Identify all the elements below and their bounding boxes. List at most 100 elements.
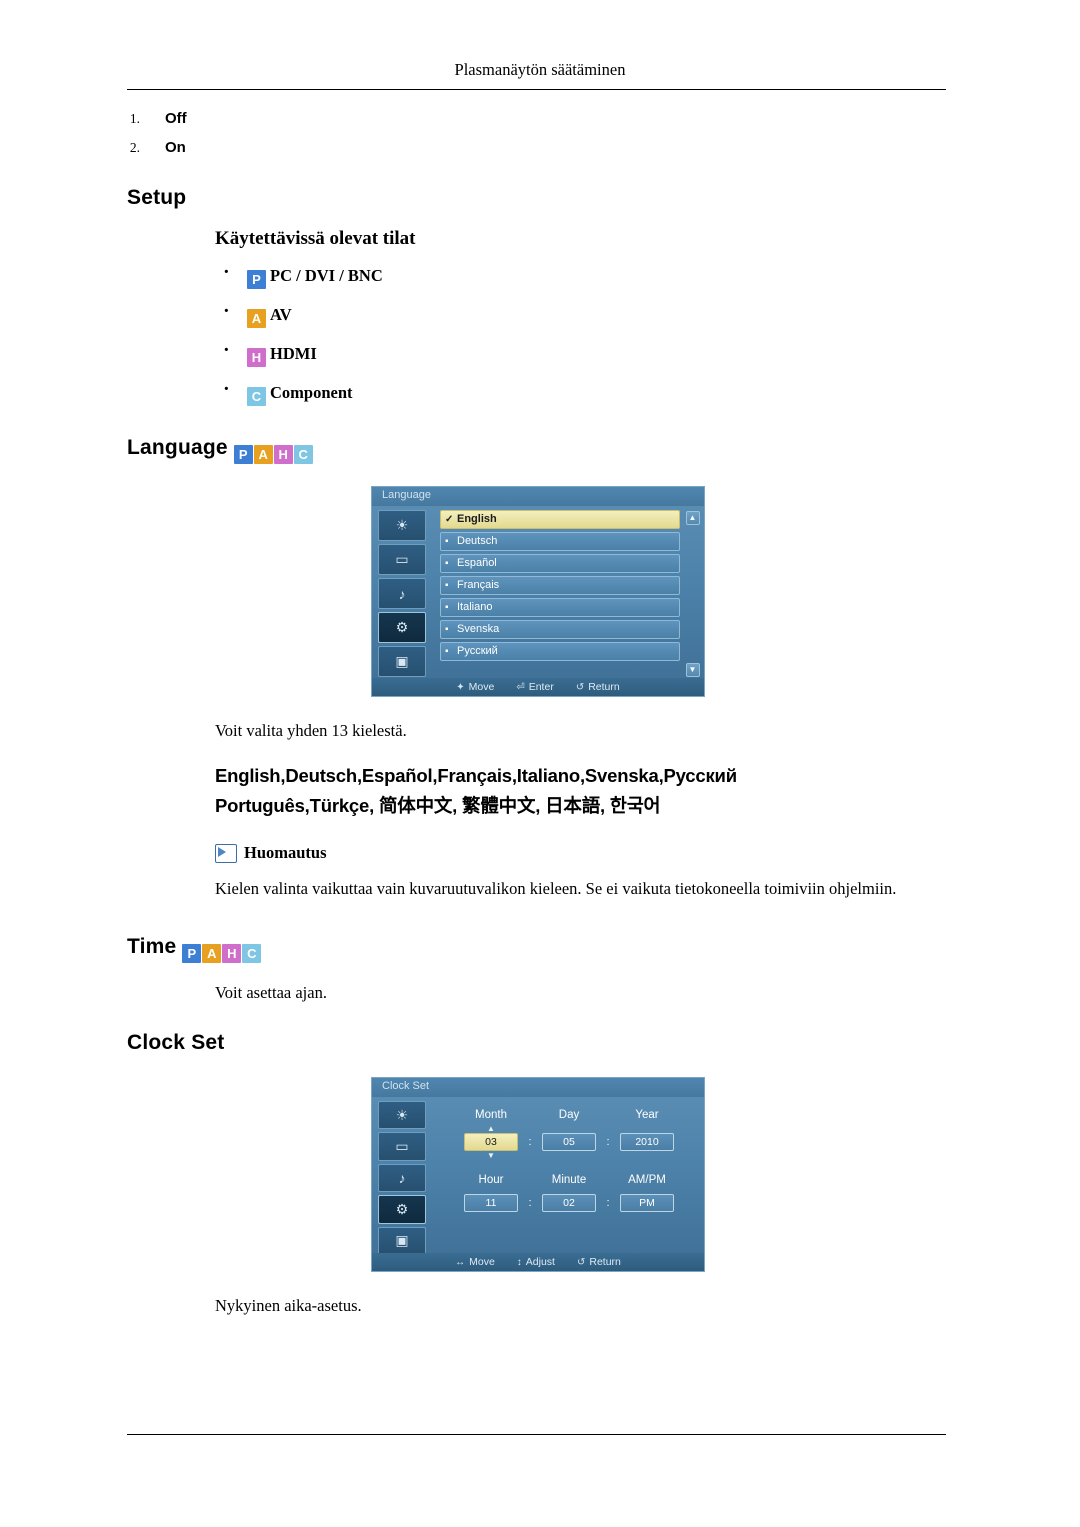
multi-control-icon[interactable]: ▣ <box>378 646 426 677</box>
list-item-label: Off <box>165 110 187 127</box>
bullet-icon: ▪ <box>445 624 449 635</box>
footer-hint-label: Move <box>468 681 495 693</box>
note-heading: Huomautus <box>215 843 949 863</box>
enter-icon: ⏎ <box>516 681 525 693</box>
clock-time-labels: Hour Minute AM/PM <box>452 1174 704 1186</box>
osd-body: ☀ ▭ ♪ ⚙ ▣ Month Day Year ▲ 03: 05: 201… <box>372 1097 704 1256</box>
badge-a-icon: A <box>202 944 222 963</box>
clock-set-osd-screenshot: Clock Set ☀ ▭ ♪ ⚙ ▣ Month Day Year ▲ 03 … <box>371 1077 705 1272</box>
footer-hint-label: Return <box>589 1256 621 1268</box>
page-content: 1. Off 2. On Setup Käytettävissä olevat ti… <box>127 110 949 1318</box>
screen-icon[interactable]: ▭ <box>378 544 426 575</box>
option-label: Français <box>457 579 500 591</box>
scroll-down-icon[interactable]: ▼ <box>685 663 700 677</box>
language-osd-screenshot: Language ☀ ▭ ♪ ⚙ ▣ ✓ English ▪ Deutsch ▪ Es… <box>371 486 705 697</box>
time-badge-group: PAHC <box>182 937 262 963</box>
spin-up-icon[interactable]: ▲ <box>452 1124 530 1133</box>
footer-hint-label: Enter <box>528 681 554 693</box>
option-label: Русский <box>457 645 498 657</box>
day-field[interactable]: 05 <box>542 1133 596 1151</box>
mode-label: PC / DVI / BNC <box>270 266 383 285</box>
language-option-list: ✓ English ▪ Deutsch ▪ Español ▪ Français ▪ It… <box>440 510 680 678</box>
bullet-icon: ▪ <box>445 558 449 569</box>
option-label: English <box>457 513 497 525</box>
mode-item-component: CComponent <box>215 379 949 406</box>
section-title-text: Language <box>127 436 228 459</box>
language-caption: Voit valita yhden 13 kielestä. <box>215 721 407 740</box>
scroll-up-icon[interactable]: ▲ <box>685 511 700 525</box>
badge-h-icon: H <box>222 944 242 963</box>
osd-footer-hints: ✦ Move ⏎ Enter ↺ Return <box>372 678 704 696</box>
label-ampm: AM/PM <box>628 1174 666 1186</box>
note-title: Huomautus <box>244 843 327 862</box>
sound-icon[interactable]: ♪ <box>378 578 426 609</box>
hour-field[interactable]: 11 <box>464 1194 518 1212</box>
picture-icon[interactable]: ☀ <box>378 1101 426 1130</box>
list-item-number: 1. <box>129 111 140 126</box>
mode-label: AV <box>270 305 292 324</box>
mode-label: Component <box>270 383 353 402</box>
bullet-icon: ▪ <box>445 536 449 547</box>
supported-languages-line-2: Português,Türkçe, 简体中文, 繁體中文, 日本語, 한국어 <box>215 795 661 816</box>
year-field[interactable]: 2010 <box>620 1133 674 1151</box>
setup-gear-icon[interactable]: ⚙ <box>378 1195 426 1224</box>
mode-item-pc-dvi-bnc: PPC / DVI / BNC <box>215 262 949 289</box>
osd-body: ☀ ▭ ♪ ⚙ ▣ ✓ English ▪ Deutsch ▪ Español ▪ Fr… <box>372 506 704 678</box>
picture-icon[interactable]: ☀ <box>378 510 426 541</box>
time-caption: Voit asettaa ajan. <box>215 983 327 1002</box>
language-option-francais[interactable]: ▪ Français <box>440 576 680 595</box>
section-heading-clock-set: Clock Set <box>127 1031 225 1054</box>
language-option-english[interactable]: ✓ English <box>440 510 680 529</box>
setup-gear-icon[interactable]: ⚙ <box>378 612 426 643</box>
mode-item-av: AAV <box>215 301 949 328</box>
return-icon: ↺ <box>576 1256 586 1268</box>
footer-hint-label: Adjust <box>525 1256 555 1268</box>
badge-p-icon: P <box>247 270 266 289</box>
language-option-deutsch[interactable]: ▪ Deutsch <box>440 532 680 551</box>
header-divider <box>127 89 946 90</box>
clock-date-labels: Month Day Year <box>452 1109 704 1121</box>
badge-p-icon: P <box>233 445 253 464</box>
language-option-svenska[interactable]: ▪ Svenska <box>440 620 680 639</box>
clock-fields: Month Day Year ▲ 03 : 05 : 2010 ▼ Hour M… <box>452 1101 704 1255</box>
badge-h-icon: H <box>247 348 266 367</box>
osd-scrollbar[interactable]: ▲ ▼ <box>685 510 700 678</box>
subheading-available-modes: Käytettävissä olevat tilat <box>215 228 416 249</box>
section-title-text: Time <box>127 935 177 958</box>
bullet-icon: ▪ <box>445 646 449 657</box>
badge-c-icon: C <box>293 445 313 464</box>
footer-hint-enter: ⏎ Enter <box>516 681 554 693</box>
language-option-russian[interactable]: ▪ Русский <box>440 642 680 661</box>
spin-down-icon[interactable]: ▼ <box>452 1151 530 1160</box>
footer-hint-adjust: ↕ Adjust <box>517 1256 555 1268</box>
check-icon: ✓ <box>445 514 454 525</box>
list-item: 1. Off <box>127 110 949 127</box>
language-option-italiano[interactable]: ▪ Italiano <box>440 598 680 617</box>
section-heading-setup: Setup <box>127 186 187 209</box>
multi-control-icon[interactable]: ▣ <box>378 1226 426 1256</box>
osd-titlebar: Clock Set <box>372 1078 704 1097</box>
sound-icon[interactable]: ♪ <box>378 1163 426 1193</box>
badge-h-icon: H <box>273 445 293 464</box>
ampm-field[interactable]: PM <box>620 1194 674 1212</box>
move-icon: ✦ <box>456 681 465 693</box>
list-item-number: 2. <box>129 140 140 155</box>
label-minute: Minute <box>551 1174 587 1186</box>
month-field[interactable]: 03 <box>464 1133 518 1151</box>
footer-hint-return: ↺ Return <box>576 681 620 693</box>
list-item: 2. On <box>127 139 949 156</box>
supported-languages-line-1: English,Deutsch,Español,Français,Italian… <box>215 765 737 786</box>
screen-icon[interactable]: ▭ <box>378 1132 426 1161</box>
language-option-espanol[interactable]: ▪ Español <box>440 554 680 573</box>
section-heading-time: Time P A H C <box>127 935 949 963</box>
option-label: Italiano <box>457 601 493 613</box>
minute-field[interactable]: 02 <box>542 1194 596 1212</box>
option-label: Deutsch <box>457 535 498 547</box>
label-year: Year <box>635 1109 659 1121</box>
osd-titlebar: Language <box>372 487 704 506</box>
label-hour: Hour <box>478 1174 504 1186</box>
page-header-title: Plasmanäytön säätäminen <box>454 60 626 79</box>
footer-hint-label: Move <box>469 1256 495 1268</box>
osd-icon-column: ☀ ▭ ♪ ⚙ ▣ <box>378 510 428 678</box>
footer-hint-move: ↔ Move <box>455 1256 495 1268</box>
